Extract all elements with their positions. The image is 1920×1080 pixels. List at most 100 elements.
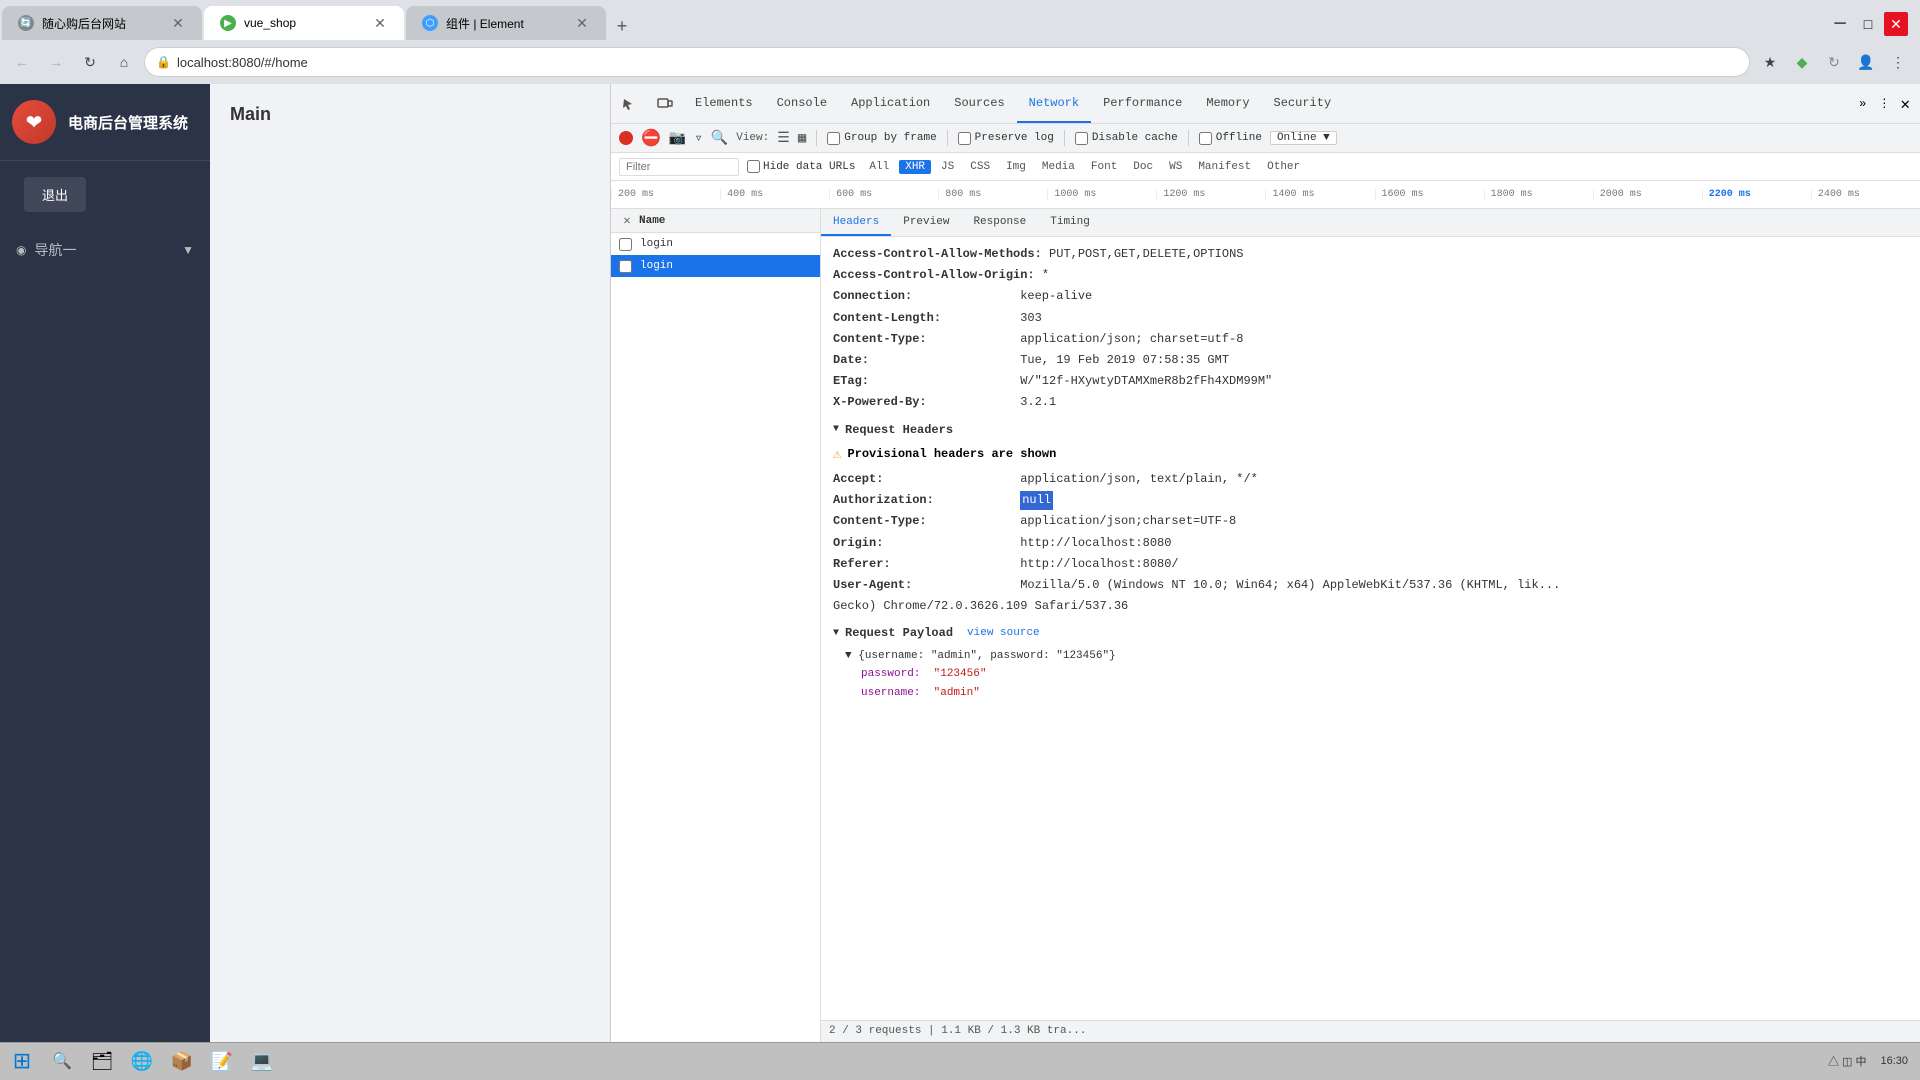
details-tab-preview[interactable]: Preview — [891, 209, 961, 236]
filter-tags: All XHR JS CSS Img Media Font Doc WS Man… — [863, 160, 1306, 174]
disable-cache-label: Disable cache — [1092, 132, 1178, 144]
network-status-bar: 2 / 3 requests | 1.1 KB / 1.3 KB tra... — [821, 1020, 1920, 1042]
timeline-1600: 1600 ms — [1375, 189, 1484, 200]
row-checkbox-2[interactable] — [619, 260, 632, 273]
group-by-frame-checkbox[interactable]: Group by frame — [827, 132, 936, 145]
bookmark-star-icon[interactable]: ★ — [1756, 48, 1784, 76]
content-title: Main — [230, 104, 590, 125]
tray-icons: △ ◫ 中 — [1828, 1053, 1867, 1069]
devtools-tab-security[interactable]: Security — [1262, 84, 1344, 123]
disable-cache-checkbox[interactable]: Disable cache — [1075, 132, 1178, 145]
hide-data-urls-checkbox[interactable]: Hide data URLs — [747, 160, 855, 173]
vue-extension-icon[interactable]: ◆ — [1788, 48, 1816, 76]
view-screenshot-button[interactable]: ▦ — [798, 130, 806, 147]
clear-button[interactable]: ⛔ — [641, 128, 661, 148]
devtools-tab-sources[interactable]: Sources — [942, 84, 1016, 123]
request-payload-section: ▼ Request Payload view source — [833, 624, 1908, 643]
browser-tab-1[interactable]: 🔄 随心购后台网站 ✕ — [2, 6, 202, 40]
refresh-button[interactable]: ↻ — [76, 48, 104, 76]
taskbar-vscode-icon[interactable]: 💻 — [244, 1043, 280, 1079]
devtools-menu-icon[interactable]: ⋮ — [1874, 96, 1894, 111]
filter-img[interactable]: Img — [1000, 160, 1032, 174]
payload-root-toggle[interactable]: ▼ — [845, 650, 852, 662]
record-button[interactable] — [619, 131, 633, 145]
forward-button[interactable]: → — [42, 48, 70, 76]
view-source-link[interactable]: view source — [967, 625, 1040, 643]
network-row-login-1[interactable]: login — [611, 233, 820, 255]
sidebar-item-nav1[interactable]: ◉ 导航一 ▼ — [0, 228, 210, 272]
filter-manifest[interactable]: Manifest — [1192, 160, 1257, 174]
devtools-tab-elements[interactable]: Elements — [683, 84, 765, 123]
name-panel-close[interactable]: ✕ — [619, 213, 635, 229]
details-tab-headers[interactable]: Headers — [821, 209, 891, 236]
filter-toggle-button[interactable]: ▿ — [694, 130, 702, 147]
tab-close-1[interactable]: ✕ — [170, 15, 186, 31]
request-headers-toggle[interactable]: ▼ — [833, 422, 839, 438]
search-button[interactable]: 🔍 — [711, 130, 728, 147]
filter-input[interactable] — [619, 158, 739, 176]
taskbar-start-button[interactable]: ⊞ — [4, 1043, 40, 1079]
header-content-type: Content-Type: application/json; charset=… — [833, 330, 1908, 349]
devtools-tab-console[interactable]: Console — [765, 84, 839, 123]
tab-close-3[interactable]: ✕ — [574, 15, 590, 31]
row-checkbox-1[interactable] — [619, 238, 632, 251]
request-payload-toggle[interactable]: ▼ — [833, 626, 839, 642]
offline-checkbox[interactable]: Offline — [1199, 132, 1262, 145]
window-maximize[interactable]: □ — [1856, 12, 1880, 36]
devtools-tab-memory[interactable]: Memory — [1194, 84, 1261, 123]
filter-css[interactable]: CSS — [964, 160, 996, 174]
home-button[interactable]: ⌂ — [110, 48, 138, 76]
filter-all[interactable]: All — [863, 160, 895, 174]
back-button[interactable]: ← — [8, 48, 36, 76]
header-etag: ETag: W/"12f-HXywtyDTAMXmeR8b2fFh4XDM99M… — [833, 372, 1908, 391]
filter-media[interactable]: Media — [1036, 160, 1081, 174]
req-header-user-agent: User-Agent: Mozilla/5.0 (Windows NT 10.0… — [833, 576, 1908, 595]
details-tab-response[interactable]: Response — [961, 209, 1038, 236]
taskbar-notepad-icon[interactable]: 📝 — [204, 1043, 240, 1079]
filter-xhr[interactable]: XHR — [899, 160, 931, 174]
tab-title-2: vue_shop — [244, 16, 364, 30]
timeline-1800: 1800 ms — [1484, 189, 1593, 200]
payload-password-row: password: "123456" — [861, 666, 1908, 684]
capture-screenshot-button[interactable]: 📷 — [669, 130, 686, 147]
devtools-more-button[interactable]: » — [1851, 97, 1874, 111]
online-dropdown[interactable]: Online ▼ — [1270, 131, 1337, 145]
taskbar-file-explorer-icon[interactable]: 🗂 — [84, 1043, 120, 1079]
timeline-2400: 2400 ms — [1811, 189, 1920, 200]
app-logo: ❤ — [12, 100, 56, 144]
devtools-cursor-icon[interactable] — [613, 88, 645, 120]
filter-doc[interactable]: Doc — [1127, 160, 1159, 174]
filter-font[interactable]: Font — [1085, 160, 1123, 174]
view-list-button[interactable]: ☰ — [777, 130, 790, 147]
new-tab-button[interactable]: + — [608, 12, 636, 40]
preserve-log-checkbox[interactable]: Preserve log — [958, 132, 1054, 145]
filter-ws[interactable]: WS — [1163, 160, 1188, 174]
taskbar-chrome-icon[interactable]: 🌐 — [124, 1043, 160, 1079]
browser-tab-2[interactable]: ▶ vue_shop ✕ — [204, 6, 404, 40]
logout-button[interactable]: 退出 — [24, 177, 86, 212]
network-row-login-2[interactable]: login — [611, 255, 820, 277]
refresh-indicator-icon[interactable]: ↻ — [1820, 48, 1848, 76]
taskbar-package-icon[interactable]: 📦 — [164, 1043, 200, 1079]
window-close[interactable]: ✕ — [1884, 12, 1908, 36]
address-bar[interactable]: 🔒 localhost:8080/#/home — [144, 47, 1750, 77]
window-minimize[interactable]: ─ — [1828, 12, 1852, 36]
timeline-1400: 1400 ms — [1265, 189, 1374, 200]
devtools-tab-performance[interactable]: Performance — [1091, 84, 1194, 123]
filter-other[interactable]: Other — [1261, 160, 1306, 174]
tab-favicon-2: ▶ — [220, 15, 236, 31]
header-date: Date: Tue, 19 Feb 2019 07:58:35 GMT — [833, 351, 1908, 370]
tab-close-2[interactable]: ✕ — [372, 15, 388, 31]
header-x-powered-by: X-Powered-By: 3.2.1 — [833, 393, 1908, 412]
filter-js[interactable]: JS — [935, 160, 960, 174]
devtools-tab-network[interactable]: Network — [1017, 84, 1091, 123]
profile-icon[interactable]: 👤 — [1852, 48, 1880, 76]
devtools-tab-application[interactable]: Application — [839, 84, 942, 123]
devtools-responsive-icon[interactable] — [649, 88, 681, 120]
details-tab-timing[interactable]: Timing — [1038, 209, 1102, 236]
browser-tab-3[interactable]: ⬡ 组件 | Element ✕ — [406, 6, 606, 40]
devtools-close-icon[interactable]: ✕ — [1896, 94, 1914, 114]
taskbar-search-icon[interactable]: 🔍 — [44, 1043, 80, 1079]
timeline-2000: 2000 ms — [1593, 189, 1702, 200]
more-options-icon[interactable]: ⋮ — [1884, 48, 1912, 76]
